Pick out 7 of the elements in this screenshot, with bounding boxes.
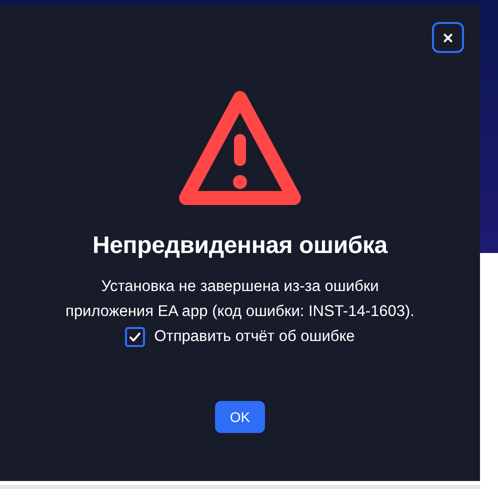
error-message: Установка не завершена из-за ошибки приложения EA app (код ошибки: INST-14-1603). [64,277,416,322]
checkmark-icon [128,330,142,344]
close-button[interactable]: × [432,22,464,53]
dialog-title: Непредвиденная ошибка [92,232,388,260]
checkbox[interactable] [125,327,146,347]
ok-button[interactable]: OK [215,401,265,433]
checkbox-label: Отправить отчёт об ошибке [154,328,355,346]
